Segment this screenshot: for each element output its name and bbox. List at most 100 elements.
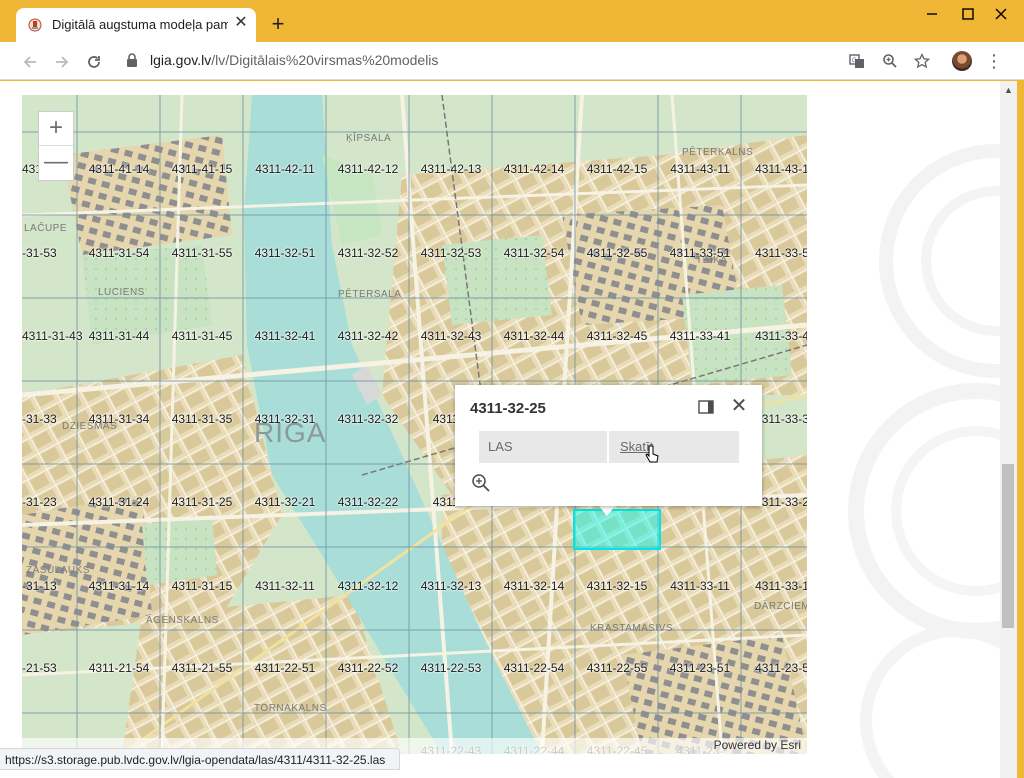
forward-arrow-icon: [56, 56, 69, 68]
url-path: /lv/Digitālais%20virsmas%20modelis: [211, 52, 439, 68]
address-bar[interactable]: lgia.gov.lv/lv/Digitālais%20virsmas%20mo…: [150, 52, 438, 68]
window-close-icon: [995, 8, 1007, 20]
reload-button[interactable]: [81, 48, 107, 74]
zoom-to-icon[interactable]: [471, 473, 491, 493]
tile-label: 4311-32-14: [503, 579, 565, 593]
place-label: TORNAKALNS: [254, 703, 327, 714]
tile-label: 4311-31-54: [88, 246, 150, 260]
feature-popup: 4311-32-25 ✕ LAS Skatīt: [455, 385, 762, 506]
tile-label: 4311-32-13: [420, 579, 482, 593]
new-tab-button[interactable]: +: [266, 12, 290, 36]
status-bar: https://s3.storage.pub.lvdc.gov.lv/lgia-…: [0, 748, 400, 770]
attribution-text: Powered by Esri: [713, 738, 801, 752]
tile-label: 4311-33-4: [755, 329, 807, 343]
status-url: https://s3.storage.pub.lvdc.gov.lv/lgia-…: [5, 753, 386, 767]
tile-label: 4311-32-21: [254, 495, 316, 509]
tile-label: 4311-23-5: [755, 661, 807, 675]
tile-label: -21-53: [22, 661, 57, 675]
tile-label: 4311-42-13: [420, 162, 482, 176]
profile-avatar[interactable]: [952, 51, 972, 71]
tile-label: 4311-31-15: [171, 579, 233, 593]
place-label: DZIESMAS: [62, 421, 118, 432]
tile-label: 4311-42-15: [586, 162, 648, 176]
place-label: PĒTERSALA: [338, 289, 402, 300]
tile-label: 4311-43-1: [755, 162, 807, 176]
browser-window: Digitālā augstuma modeļa pama ✕ + lgia.g…: [0, 0, 1024, 778]
view-link[interactable]: Skatīt: [611, 431, 739, 463]
page-scrollbar[interactable]: ▲: [1000, 81, 1017, 778]
place-label: ZASULAUKS: [26, 565, 90, 576]
svg-text:G: G: [852, 58, 857, 64]
tile-label: 4311-32-45: [586, 329, 648, 343]
tile-label: 4311-42-12: [337, 162, 399, 176]
tile-label: 4311-32-22: [337, 495, 399, 509]
tile-label: 4311-31-14: [88, 579, 150, 593]
url-domain: lgia.gov.lv: [150, 52, 212, 68]
scroll-thumb[interactable]: [1002, 464, 1014, 628]
tile-label: 4311-31-35: [171, 412, 233, 426]
minimize-icon: [927, 13, 937, 15]
lock-icon[interactable]: [126, 53, 138, 67]
window-close-button[interactable]: [978, 0, 1024, 28]
tile-label: 4311-32-15: [586, 579, 648, 593]
place-label: KRASTAMASIVS: [590, 623, 674, 634]
place-label: LAČUPE: [24, 223, 68, 234]
tab-close-icon[interactable]: ✕: [232, 14, 250, 32]
tile-label: -31-53: [22, 246, 57, 260]
tile-label: 4311-31-43: [22, 329, 83, 343]
dock-icon[interactable]: [697, 398, 715, 416]
tile-label: 4311-41-15: [171, 162, 233, 176]
tile-label: 4311-32-55: [586, 246, 648, 260]
back-button[interactable]: [17, 48, 43, 74]
title-bar: Digitālā augstuma modeļa pama ✕ +: [0, 0, 1024, 42]
tile-label: 4311-41-14: [88, 162, 150, 176]
popup-title: 4311-32-25: [470, 400, 546, 417]
tile-label: 4311-33-3: [755, 412, 807, 426]
tile-label: 4311-32-32: [337, 412, 399, 426]
zoom-in-button[interactable]: +: [39, 112, 73, 146]
popup-close-icon[interactable]: ✕: [729, 396, 749, 416]
tile-label: 4311-32-42: [337, 329, 399, 343]
tile-label: 4311-31-44: [88, 329, 150, 343]
tile-label: 4311-32-51: [254, 246, 316, 260]
tile-label: 4311-33-2: [755, 495, 807, 509]
background-decoration: [806, 81, 1000, 778]
place-label: DĀRZCIEMS: [754, 601, 807, 612]
tile-label: 4311-32-12: [337, 579, 399, 593]
popup-attribute-table: LAS Skatīt: [479, 431, 739, 463]
scroll-up-arrow-icon[interactable]: ▲: [1004, 85, 1013, 95]
tile-label: 4311-33-11: [670, 579, 730, 593]
tile-label: 4311-33-1: [755, 579, 807, 593]
place-label: ĀGENSKALNS: [146, 615, 219, 626]
zoom-out-button[interactable]: —: [39, 146, 73, 180]
hand-cursor-icon: [645, 445, 659, 463]
city-label: RIGA: [254, 417, 327, 448]
tile-label: 4311-42-11: [255, 162, 315, 176]
tile-label: 4311-31-25: [171, 495, 233, 509]
browser-toolbar: lgia.gov.lv/lv/Digitālais%20virsmas%20mo…: [0, 42, 1024, 80]
tile-label: 4311-23-51: [669, 661, 731, 675]
tile-label: 4311-32-54: [503, 246, 565, 260]
zoom-icon[interactable]: [879, 50, 901, 72]
browser-menu-icon[interactable]: ⋮: [983, 50, 1005, 72]
translate-icon[interactable]: G: [846, 50, 868, 72]
popup-pointer: [599, 506, 615, 516]
browser-tab[interactable]: Digitālā augstuma modeļa pama ✕: [16, 8, 256, 42]
attribute-label: LAS: [479, 431, 609, 463]
tile-label: 4311-32-53: [420, 246, 482, 260]
selected-tile-highlight[interactable]: [573, 509, 661, 550]
place-label: LUCIENS: [98, 287, 145, 298]
tile-label: 4311-22-54: [503, 661, 565, 675]
forward-button[interactable]: [49, 48, 75, 74]
site-favicon-icon: [28, 18, 42, 32]
tile-label: 4311-43-11: [670, 162, 730, 176]
tile-label: 4311-21-54: [88, 661, 150, 675]
place-label: TEIKA: [696, 255, 728, 266]
bookmark-star-icon[interactable]: [911, 50, 933, 72]
reload-icon: [88, 56, 100, 69]
tile-label: 4311-22-52: [337, 661, 399, 675]
tile-label: 4311-22-51: [254, 661, 316, 675]
tile-label: 4311-33-41: [669, 329, 731, 343]
tile-label: 4311-31-45: [171, 329, 233, 343]
map-view[interactable]: 4311-41-14 4311-41-15 4311-42-11 4311-42-12…: [22, 95, 807, 754]
